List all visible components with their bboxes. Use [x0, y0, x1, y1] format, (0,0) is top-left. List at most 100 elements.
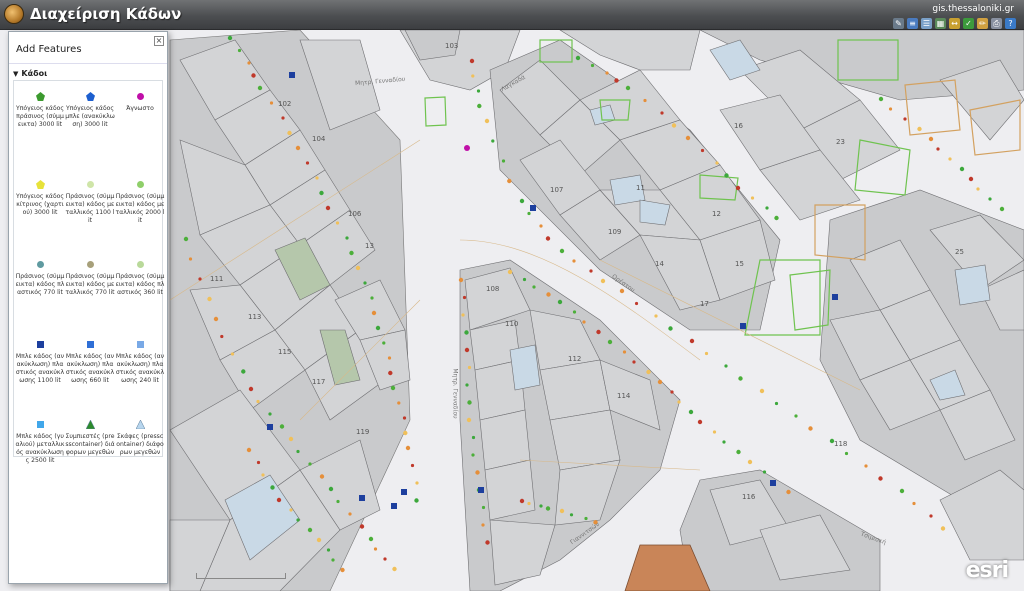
map-feature-marker[interactable]: [704, 351, 709, 356]
map-feature-marker[interactable]: [336, 499, 340, 504]
map-feature-marker[interactable]: [948, 157, 952, 161]
map-feature-marker[interactable]: [371, 310, 377, 316]
map-feature-marker[interactable]: [414, 498, 419, 503]
map-feature-marker[interactable]: [230, 352, 235, 356]
map-feature-marker[interactable]: [539, 504, 543, 508]
wrench-icon[interactable]: ✎: [893, 18, 904, 29]
map-feature-marker[interactable]: [270, 485, 275, 490]
map-feature-marker[interactable]: [685, 135, 691, 141]
help-icon[interactable]: ?: [1005, 18, 1016, 29]
map-feature-marker[interactable]: [519, 498, 525, 504]
map-feature-marker[interactable]: [572, 310, 577, 314]
map-feature-marker[interactable]: [319, 190, 324, 196]
map-feature-marker[interactable]: [491, 139, 495, 143]
map-feature-marker[interactable]: [671, 123, 677, 128]
map-feature-marker[interactable]: [246, 447, 252, 453]
map-feature-marker[interactable]: [557, 299, 563, 305]
map-feature-marker[interactable]: [794, 414, 798, 418]
map-feature-marker[interactable]: [251, 73, 256, 78]
map-feature-marker[interactable]: [546, 292, 551, 297]
map-feature-marker[interactable]: [461, 313, 465, 317]
map-feature-marker[interactable]: [477, 103, 482, 109]
map-feature-marker[interactable]: [750, 196, 755, 200]
measure-icon[interactable]: ↔: [949, 18, 960, 29]
bin-marker[interactable]: [530, 205, 536, 211]
map-feature-marker[interactable]: [287, 130, 292, 136]
table-icon[interactable]: ▦: [935, 18, 946, 29]
bin-marker[interactable]: [359, 495, 365, 501]
map-feature-marker[interactable]: [735, 185, 741, 191]
map-feature-marker[interactable]: [281, 116, 285, 120]
feature-template-item[interactable]: Πράσινος (σύμμεικτα) κάδος μεταλλικός 77…: [65, 259, 115, 297]
map-feature-marker[interactable]: [295, 145, 301, 151]
feature-template-item[interactable]: Μπλε κάδος (ανακύκλωση) πλαστικός ανακύκ…: [15, 339, 65, 385]
map-feature-marker[interactable]: [634, 301, 639, 306]
map-feature-marker[interactable]: [527, 501, 531, 506]
map-feature-marker[interactable]: [572, 259, 576, 263]
map-feature-marker[interactable]: [402, 416, 407, 420]
map-feature-marker[interactable]: [747, 459, 753, 465]
map-feature-marker[interactable]: [331, 558, 335, 562]
map-feature-marker[interactable]: [738, 376, 743, 381]
map-feature-marker[interactable]: [614, 78, 619, 83]
map-feature-marker[interactable]: [988, 197, 992, 201]
map-feature-marker[interactable]: [345, 236, 349, 240]
map-feature-marker[interactable]: [316, 537, 322, 543]
map-feature-marker[interactable]: [410, 463, 415, 468]
map-feature-marker[interactable]: [319, 474, 325, 479]
site-link[interactable]: gis.thessaloniki.gr: [932, 4, 1014, 14]
map-feature-marker[interactable]: [522, 277, 527, 282]
feature-template-item[interactable]: Πράσινος (σύμμεικτα) κάδος μεταλλικός 20…: [115, 179, 165, 225]
map-feature-marker[interactable]: [774, 215, 779, 221]
map-feature-marker[interactable]: [475, 470, 480, 475]
pencil-icon[interactable]: ✏: [977, 18, 988, 29]
map-feature-marker[interactable]: [375, 325, 381, 331]
map-feature-marker[interactable]: [605, 71, 609, 75]
map-feature-marker[interactable]: [632, 360, 636, 364]
unknown-marker[interactable]: [464, 145, 470, 151]
map-feature-marker[interactable]: [464, 347, 470, 353]
map-feature-marker[interactable]: [545, 236, 551, 241]
map-feature-marker[interactable]: [388, 370, 393, 376]
map-feature-marker[interactable]: [207, 296, 212, 302]
feature-template-item[interactable]: Άγνωστο: [115, 91, 165, 113]
map-feature-marker[interactable]: [247, 61, 251, 65]
map-feature-marker[interactable]: [715, 161, 719, 165]
map-feature-marker[interactable]: [765, 206, 769, 210]
bin-marker[interactable]: [289, 72, 295, 78]
map-feature-marker[interactable]: [261, 473, 265, 477]
layers-icon[interactable]: ≡: [907, 18, 918, 29]
map-feature-marker[interactable]: [999, 206, 1005, 212]
map-feature-marker[interactable]: [348, 512, 352, 516]
map-feature-marker[interactable]: [403, 430, 408, 436]
map-feature-marker[interactable]: [689, 338, 695, 344]
map-feature-marker[interactable]: [326, 548, 331, 552]
map-feature-marker[interactable]: [465, 383, 469, 387]
map-feature-marker[interactable]: [335, 221, 340, 225]
map-feature-marker[interactable]: [289, 508, 293, 512]
print-icon[interactable]: ⎙: [991, 18, 1002, 29]
map-feature-marker[interactable]: [589, 269, 593, 273]
map-feature-marker[interactable]: [390, 385, 396, 391]
map-feature-marker[interactable]: [464, 330, 469, 335]
layer-group-toggle[interactable]: ▼ Κάδοι: [13, 69, 47, 78]
map-feature-marker[interactable]: [688, 409, 694, 415]
map-feature-marker[interactable]: [600, 278, 606, 284]
map-feature-marker[interactable]: [307, 527, 313, 533]
map-feature-marker[interactable]: [646, 369, 651, 375]
map-feature-marker[interactable]: [786, 489, 791, 495]
map-feature-marker[interactable]: [582, 320, 586, 324]
map-feature-marker[interactable]: [188, 257, 193, 261]
map-feature-marker[interactable]: [660, 111, 664, 115]
map-feature-marker[interactable]: [257, 85, 263, 91]
feature-template-item[interactable]: Υπόγειος κάδος κίτρινος (χαρτιού) 3000 l…: [15, 179, 65, 217]
feature-template-item[interactable]: Συμπιεστές (presscontainer) διάφορων μεγ…: [65, 419, 115, 457]
map-feature-marker[interactable]: [256, 460, 261, 465]
map-feature-marker[interactable]: [584, 516, 588, 521]
map-feature-marker[interactable]: [469, 58, 475, 64]
map-feature-marker[interactable]: [903, 117, 907, 121]
map-feature-marker[interactable]: [670, 390, 674, 394]
map-feature-marker[interactable]: [276, 497, 282, 503]
map-feature-marker[interactable]: [622, 350, 627, 354]
map-feature-marker[interactable]: [484, 118, 490, 124]
